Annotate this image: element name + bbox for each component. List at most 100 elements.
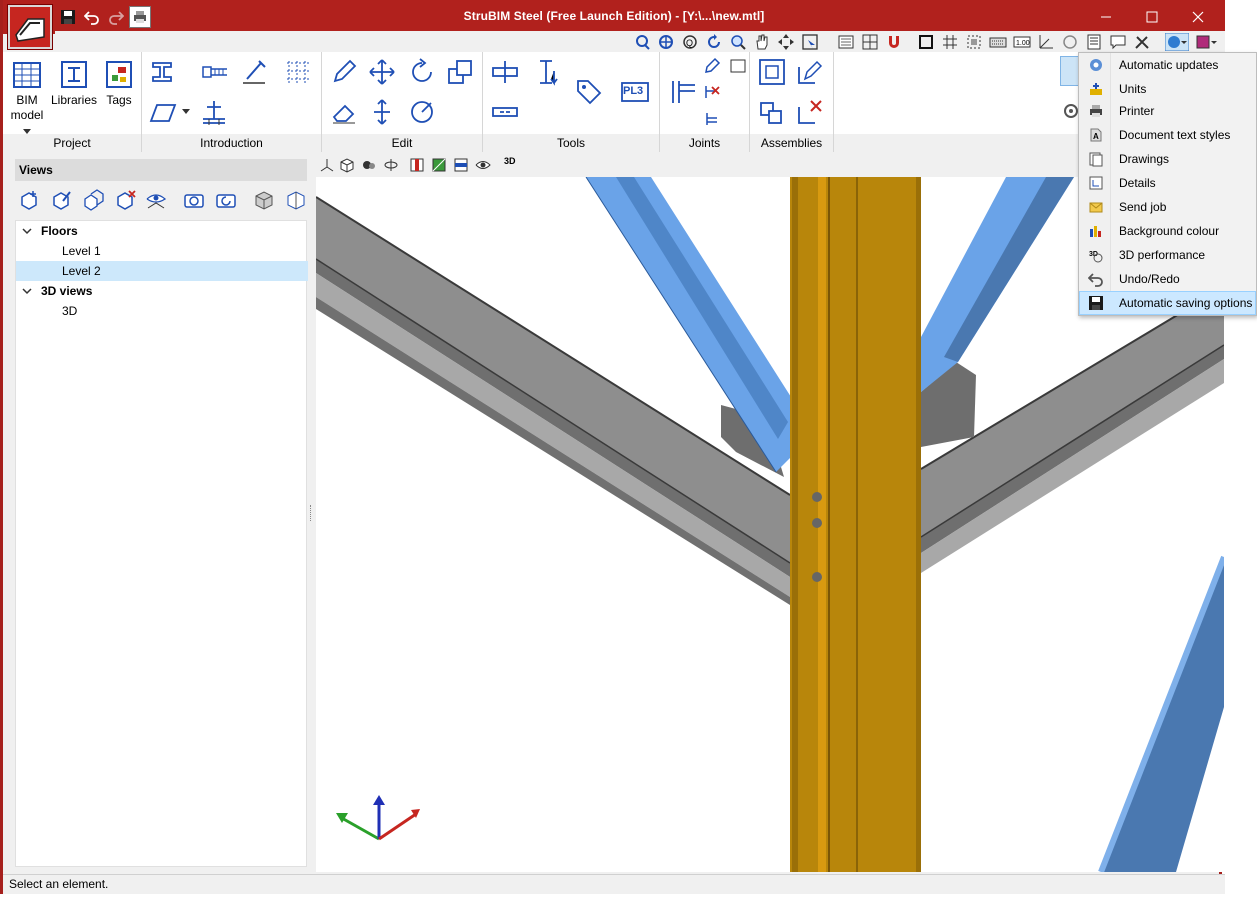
grid-icon[interactable] <box>941 33 959 51</box>
edit-view-icon[interactable] <box>51 189 73 211</box>
stretch-icon[interactable] <box>364 94 400 130</box>
weld-icon[interactable] <box>236 54 272 90</box>
menu-item-printer[interactable]: Printer <box>1079 99 1256 123</box>
eraser-icon[interactable] <box>326 94 362 130</box>
menu-item-undo-redo[interactable]: Undo/Redo <box>1079 267 1256 291</box>
snap-grid-icon[interactable] <box>861 33 879 51</box>
chevron-down-icon[interactable] <box>182 109 190 114</box>
menu-item-background-colour[interactable]: Background colour <box>1079 219 1256 243</box>
tree-node-3d-views[interactable]: 3D views <box>16 281 308 301</box>
camera-icon[interactable] <box>183 189 205 211</box>
menu-item-automatic-updates[interactable]: Automatic updates <box>1079 53 1256 77</box>
measure-icon[interactable]: 1.00 <box>1013 33 1031 51</box>
menu-item-send-job[interactable]: Send job <box>1079 195 1256 219</box>
pan-hand-icon[interactable] <box>753 33 771 51</box>
tree-node-level1[interactable]: Level 1 <box>16 241 308 261</box>
dxf-icon[interactable] <box>837 33 855 51</box>
refresh-icon[interactable] <box>705 33 723 51</box>
move-icon[interactable] <box>364 54 400 90</box>
frame-icon[interactable] <box>917 33 935 51</box>
menu-item-3d-performance[interactable]: 3D 3D performance <box>1079 243 1256 267</box>
rotate-3d-icon[interactable] <box>404 94 440 130</box>
camera-refresh-icon[interactable] <box>215 189 237 211</box>
anchor-plate-icon[interactable] <box>196 94 232 130</box>
list-icon[interactable] <box>1085 33 1103 51</box>
right-brace[interactable] <box>921 177 1074 392</box>
copy-icon[interactable] <box>442 54 478 90</box>
plate-icon[interactable] <box>144 94 180 130</box>
rotate-icon[interactable] <box>1061 33 1079 51</box>
copy-view-icon[interactable] <box>83 189 105 211</box>
zoom-previous-icon[interactable] <box>633 33 651 51</box>
extend-icon[interactable] <box>529 54 565 90</box>
menu-item-units[interactable]: Units <box>1079 77 1256 101</box>
section-box-icon[interactable] <box>285 189 307 211</box>
joint-copy-icon[interactable] <box>700 107 724 131</box>
menu-item-details[interactable]: Details <box>1079 171 1256 195</box>
bolt-icon[interactable] <box>196 54 232 90</box>
clip-blue-icon[interactable] <box>453 157 469 173</box>
zoom-window-icon[interactable]: Q <box>681 33 699 51</box>
box-view-icon[interactable] <box>339 157 355 173</box>
orbit-icon[interactable] <box>777 33 795 51</box>
panel-splitter[interactable] <box>310 505 313 521</box>
assembly-split-icon[interactable] <box>754 94 790 130</box>
tools-icon[interactable] <box>1133 33 1151 51</box>
book-options-icon[interactable] <box>1195 33 1219 51</box>
magnet-icon[interactable] <box>885 33 903 51</box>
delete-view-icon[interactable] <box>115 189 137 211</box>
assembly-icon[interactable] <box>754 54 790 90</box>
tree-node-level2[interactable]: Level 2 <box>16 261 308 281</box>
axes-icon[interactable] <box>319 157 335 173</box>
pl3-button[interactable]: PL3 <box>617 74 653 110</box>
libraries-icon[interactable] <box>56 56 92 92</box>
print-icon[interactable] <box>129 6 151 28</box>
3d-label[interactable]: 3D <box>504 156 516 166</box>
maximize-button[interactable] <box>1129 0 1175 34</box>
solid-box-icon[interactable] <box>253 189 275 211</box>
tags-icon[interactable] <box>101 56 137 92</box>
clip-green-icon[interactable] <box>431 157 447 173</box>
render-icon[interactable] <box>361 157 377 173</box>
globe-options-icon[interactable] <box>1165 33 1189 51</box>
minimize-button[interactable] <box>1083 0 1129 34</box>
angle-icon[interactable] <box>1037 33 1055 51</box>
clip-red-icon[interactable] <box>409 157 425 173</box>
tag-icon[interactable] <box>571 74 607 110</box>
chevron-down-icon[interactable] <box>22 226 32 236</box>
libraries-button[interactable]: Libraries <box>49 93 99 107</box>
joint-icon[interactable] <box>664 74 700 110</box>
save-icon[interactable] <box>57 6 79 28</box>
assembly-delete-icon[interactable] <box>792 94 828 130</box>
chevron-down-icon[interactable] <box>22 286 32 296</box>
tags-button[interactable]: Tags <box>99 93 139 107</box>
steel-profile-icon[interactable] <box>144 54 180 90</box>
bim-model-icon[interactable] <box>9 56 45 92</box>
app-logo[interactable] <box>7 4 53 50</box>
zoom-all-icon[interactable] <box>657 33 675 51</box>
assembly-edit-icon[interactable] <box>792 54 828 90</box>
column[interactable] <box>790 177 921 872</box>
bim-model-button[interactable]: BIM model <box>7 93 47 138</box>
select-window-icon[interactable] <box>801 33 819 51</box>
dotted-frame-icon[interactable] <box>965 33 983 51</box>
keyboard-icon[interactable] <box>989 33 1007 51</box>
visibility-icon[interactable] <box>145 189 167 211</box>
joint-window-icon[interactable] <box>726 54 750 78</box>
split-icon[interactable] <box>487 54 523 90</box>
comment-icon[interactable] <box>1109 33 1127 51</box>
menu-item-automatic-saving-options[interactable]: Automatic saving options <box>1079 291 1256 315</box>
joint-edit-icon[interactable] <box>700 54 724 78</box>
menu-item-document-text-styles[interactable]: A Document text styles <box>1079 123 1256 147</box>
zoom-in-icon[interactable] <box>729 33 747 51</box>
undo-icon[interactable] <box>81 6 103 28</box>
joint-delete-icon[interactable] <box>700 80 724 104</box>
close-button[interactable] <box>1175 0 1221 34</box>
edit-pencil-icon[interactable] <box>326 54 362 90</box>
rotate-element-icon[interactable] <box>404 54 440 90</box>
orbit-3d-icon[interactable] <box>383 157 399 173</box>
new-view-icon[interactable] <box>19 189 41 211</box>
tree-node-3d[interactable]: 3D <box>16 301 308 321</box>
eye-icon[interactable] <box>475 157 491 173</box>
redo-icon[interactable] <box>105 6 127 28</box>
